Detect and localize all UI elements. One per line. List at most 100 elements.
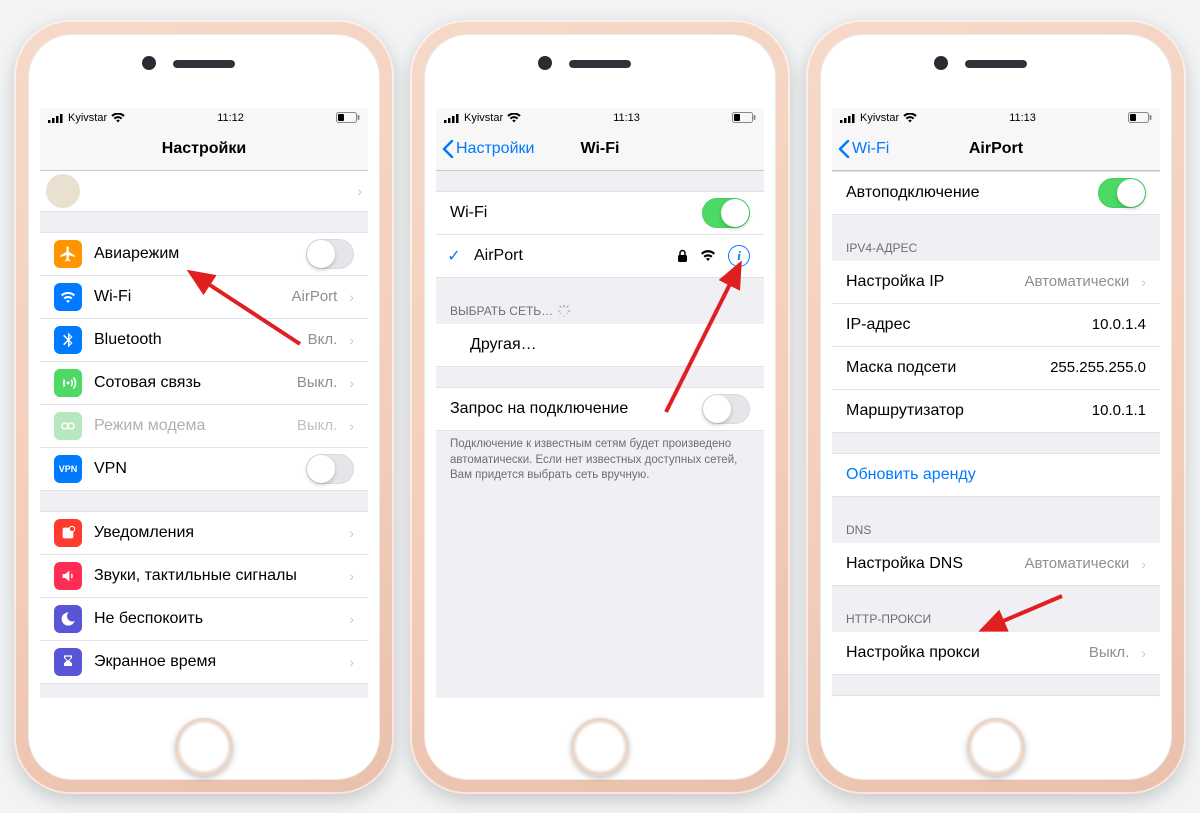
screen-settings: Kyivstar 11:12 Настройки xyxy=(40,108,368,698)
row-renew-lease[interactable]: Обновить аренду xyxy=(832,453,1160,497)
label: Wi-Fi xyxy=(94,288,279,306)
label: Не беспокоить xyxy=(94,610,337,628)
value: Автоматически xyxy=(1024,555,1129,572)
chevron-icon: › xyxy=(349,332,354,348)
wifi-toggle[interactable] xyxy=(702,198,750,228)
row-subnet-mask: Маска подсети 255.255.255.0 xyxy=(832,347,1160,390)
label: Режим модема xyxy=(94,417,285,435)
row-wifi[interactable]: Wi-Fi AirPort › xyxy=(40,276,368,319)
row-proxy-config[interactable]: Настройка прокси Выкл. › xyxy=(832,632,1160,675)
label: Другая… xyxy=(470,336,750,354)
camera-dot xyxy=(142,56,156,70)
wifi-icon xyxy=(903,113,917,123)
signal-icon xyxy=(48,113,64,123)
choose-network-header: ВЫБРАТЬ СЕТЬ… xyxy=(436,298,764,325)
status-time: 11:12 xyxy=(217,112,244,124)
row-ask-to-join[interactable]: Запрос на подключение xyxy=(436,387,764,431)
row-cellular[interactable]: Сотовая связь Выкл. › xyxy=(40,362,368,405)
label: Авиарежим xyxy=(94,245,294,263)
earpiece xyxy=(965,60,1027,68)
earpiece xyxy=(173,60,235,68)
carrier-label: Kyivstar xyxy=(860,112,899,124)
row-bluetooth[interactable]: Bluetooth Вкл. › xyxy=(40,319,368,362)
value: Выкл. xyxy=(297,417,337,434)
ask-footer: Подключение к известным сетям будет прои… xyxy=(436,431,764,484)
row-vpn[interactable]: VPN VPN xyxy=(40,448,368,491)
label: Обновить аренду xyxy=(846,466,1146,484)
earpiece xyxy=(569,60,631,68)
battery-icon xyxy=(732,112,756,123)
bezel: Kyivstar 11:13 Настр xyxy=(424,34,776,780)
chevron-icon: › xyxy=(349,375,354,391)
hotspot-icon xyxy=(54,412,82,440)
chevron-icon: › xyxy=(357,183,362,199)
status-bar: Kyivstar 11:13 xyxy=(832,108,1160,128)
row-sounds[interactable]: Звуки, тактильные сигналы › xyxy=(40,555,368,598)
back-button[interactable]: Настройки xyxy=(442,128,534,170)
hourglass-icon xyxy=(54,648,82,676)
wifi-icon xyxy=(111,113,125,123)
row-connected-network[interactable]: ✓ AirPort i xyxy=(436,235,764,278)
row-router: Маршрутизатор 10.0.1.1 xyxy=(832,390,1160,433)
value: AirPort xyxy=(291,288,337,305)
vpn-icon: VPN xyxy=(54,455,82,483)
row-ip-config[interactable]: Настройка IP Автоматически › xyxy=(832,261,1160,304)
bezel: Kyivstar 11:13 Wi-Fi xyxy=(820,34,1172,780)
label: Сотовая связь xyxy=(94,374,285,392)
back-label: Настройки xyxy=(456,140,534,158)
info-button[interactable]: i xyxy=(728,245,750,267)
value: Выкл. xyxy=(297,374,337,391)
profile-row[interactable]: › xyxy=(40,171,368,212)
phone-1: Kyivstar 11:12 Настройки xyxy=(14,20,394,794)
phone-3: Kyivstar 11:13 Wi-Fi xyxy=(806,20,1186,794)
auto-join-toggle[interactable] xyxy=(1098,178,1146,208)
home-button[interactable] xyxy=(571,718,629,776)
header-text: ВЫБРАТЬ СЕТЬ… xyxy=(450,304,553,318)
row-other-network[interactable]: Другая… xyxy=(436,324,764,367)
row-notifications[interactable]: Уведомления › xyxy=(40,511,368,555)
stage: Kyivstar 11:12 Настройки xyxy=(0,0,1200,813)
home-button[interactable] xyxy=(967,718,1025,776)
value: Вкл. xyxy=(308,331,338,348)
row-screentime[interactable]: Экранное время › xyxy=(40,641,368,684)
avatar xyxy=(46,174,80,208)
ask-toggle[interactable] xyxy=(702,394,750,424)
label: Экранное время xyxy=(94,653,337,671)
row-wifi-master[interactable]: Wi-Fi xyxy=(436,191,764,235)
carrier-label: Kyivstar xyxy=(68,112,107,124)
ipv4-header: IPV4-АДРЕС xyxy=(832,235,1160,261)
chevron-icon: › xyxy=(1141,274,1146,290)
airplane-toggle[interactable] xyxy=(306,239,354,269)
row-auto-join[interactable]: Автоподключение xyxy=(832,171,1160,215)
bezel: Kyivstar 11:12 Настройки xyxy=(28,34,380,780)
network-name: AirPort xyxy=(474,247,665,265)
row-manage-network[interactable]: Управлять этой сетью xyxy=(832,695,1160,698)
signal-icon xyxy=(840,113,856,123)
signal-icon xyxy=(444,113,460,123)
nav-bar: Настройки xyxy=(40,128,368,171)
page-title: Wi-Fi xyxy=(581,140,620,158)
chevron-icon: › xyxy=(1141,556,1146,572)
home-button[interactable] xyxy=(175,718,233,776)
value: 255.255.255.0 xyxy=(1050,359,1146,376)
page-title: Настройки xyxy=(162,140,246,158)
chevron-icon: › xyxy=(349,654,354,670)
row-hotspot[interactable]: Режим модема Выкл. › xyxy=(40,405,368,448)
back-button[interactable]: Wi-Fi xyxy=(838,128,889,170)
row-airplane[interactable]: Авиарежим xyxy=(40,232,368,276)
vpn-toggle[interactable] xyxy=(306,454,354,484)
wifi-strength-icon xyxy=(700,250,716,262)
row-dnd[interactable]: Не беспокоить › xyxy=(40,598,368,641)
antenna-icon xyxy=(54,369,82,397)
row-dns-config[interactable]: Настройка DNS Автоматически › xyxy=(832,543,1160,586)
proxy-header: HTTP-ПРОКСИ xyxy=(832,606,1160,632)
label: Настройка IP xyxy=(846,273,1012,291)
nav-bar: Настройки Wi-Fi xyxy=(436,128,764,171)
battery-icon xyxy=(336,112,360,123)
back-label: Wi-Fi xyxy=(852,140,889,158)
page-title: AirPort xyxy=(969,140,1023,158)
label: Маска подсети xyxy=(846,359,1038,377)
checkmark-icon: ✓ xyxy=(446,246,462,266)
label: Настройка DNS xyxy=(846,555,1012,573)
status-time: 11:13 xyxy=(1009,112,1036,124)
